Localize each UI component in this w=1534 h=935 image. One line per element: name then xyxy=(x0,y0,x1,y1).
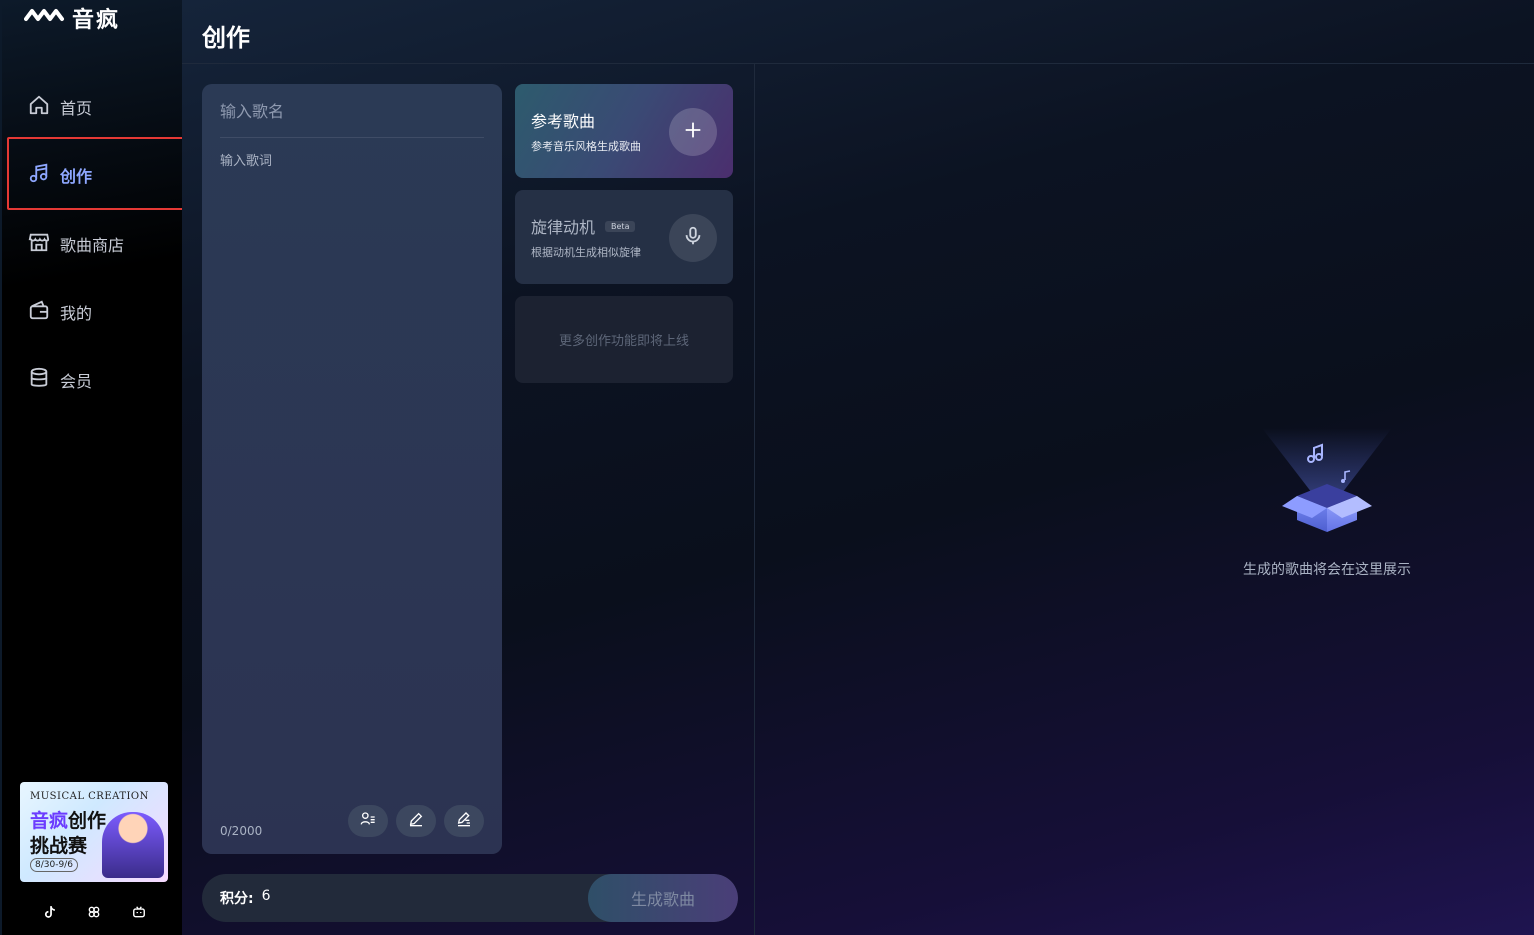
app-logo[interactable]: 音疯 xyxy=(24,2,120,34)
plus-icon xyxy=(682,119,704,145)
more-features-text: 更多创作功能即将上线 xyxy=(558,334,689,349)
pen-button[interactable] xyxy=(396,805,436,837)
ai-write-button[interactable] xyxy=(444,805,484,837)
sidebar-item-home[interactable]: 首页 xyxy=(28,94,92,120)
home-icon xyxy=(28,94,50,120)
song-name-input[interactable] xyxy=(220,102,484,121)
banner-title-line2: 挑战赛 xyxy=(30,835,88,857)
sidebar-item-store[interactable]: 歌曲商店 xyxy=(28,231,124,257)
panel-divider xyxy=(754,64,755,935)
active-item-highlight xyxy=(7,137,188,210)
banner-english-title: MUSICAL CREATION xyxy=(30,791,149,802)
tiktok-icon[interactable] xyxy=(40,903,58,921)
empty-state-text: 生成的歌曲将会在这里展示 xyxy=(1243,562,1411,578)
page-title: 创作 xyxy=(202,24,250,52)
melody-motif-subtitle: 根据动机生成相似旋律 xyxy=(531,246,641,259)
editor-divider xyxy=(220,137,484,138)
pen-icon xyxy=(408,811,424,831)
melody-motif-card[interactable]: 旋律动机 Beta 根据动机生成相似旋律 xyxy=(515,190,733,284)
banner-title-line1: 音疯创作 xyxy=(30,810,107,832)
ai-write-icon xyxy=(456,811,472,831)
bilibili-icon[interactable] xyxy=(130,903,148,921)
sidebar-item-label: 会员 xyxy=(60,372,93,391)
app-name: 音疯 xyxy=(72,8,121,33)
banner-illustration xyxy=(102,812,164,878)
lyrics-template-button[interactable] xyxy=(348,805,388,837)
database-icon xyxy=(28,367,50,393)
melody-motif-title: 旋律动机 Beta xyxy=(531,214,636,238)
sidebar-item-member[interactable]: 会员 xyxy=(28,367,92,393)
reference-song-subtitle: 参考音乐风格生成歌曲 xyxy=(531,140,641,153)
record-melody-button[interactable] xyxy=(669,214,717,262)
add-reference-button[interactable] xyxy=(669,108,717,156)
logo-wave-icon xyxy=(24,5,66,31)
lyrics-template-icon xyxy=(360,811,376,831)
credits-display: 积分: 6 xyxy=(220,888,271,907)
sidebar-item-label: 我的 xyxy=(60,304,93,323)
community-icon[interactable] xyxy=(85,903,103,921)
sidebar-item-label: 首页 xyxy=(60,99,93,118)
beta-badge: Beta xyxy=(605,220,636,232)
generate-song-button[interactable]: 生成歌曲 xyxy=(588,874,738,922)
microphone-icon xyxy=(682,225,704,251)
reference-song-card[interactable]: 参考歌曲 参考音乐风格生成歌曲 xyxy=(515,84,733,178)
creation-challenge-banner[interactable]: MUSICAL CREATION 音疯创作 挑战赛 8/30-9/6 xyxy=(20,782,168,882)
more-features-card: 更多创作功能即将上线 xyxy=(515,296,733,383)
empty-box-icon xyxy=(1262,428,1392,532)
main-content: 创作 0/2000 参考歌曲 参考音乐风格生成歌曲 xyxy=(182,0,1534,935)
banner-date: 8/30-9/6 xyxy=(30,858,78,872)
credits-value: 6 xyxy=(261,888,271,904)
lyrics-textarea[interactable] xyxy=(220,150,484,830)
sidebar: 音疯 首页 创作 歌曲商店 我的 会员 MUSICAL CREATION 音疯创… xyxy=(0,0,188,935)
store-icon xyxy=(28,231,50,257)
sidebar-item-label: 歌曲商店 xyxy=(60,236,125,255)
header-divider xyxy=(182,63,1534,64)
empty-state-illustration xyxy=(1242,428,1412,578)
sidebar-item-mine[interactable]: 我的 xyxy=(28,299,92,325)
generate-bar: 积分: 6 生成歌曲 xyxy=(202,874,738,922)
lyrics-editor-panel: 0/2000 xyxy=(202,84,502,854)
reference-song-title: 参考歌曲 xyxy=(531,112,596,131)
lyrics-char-counter: 0/2000 xyxy=(220,824,263,838)
wallet-icon xyxy=(28,299,50,325)
